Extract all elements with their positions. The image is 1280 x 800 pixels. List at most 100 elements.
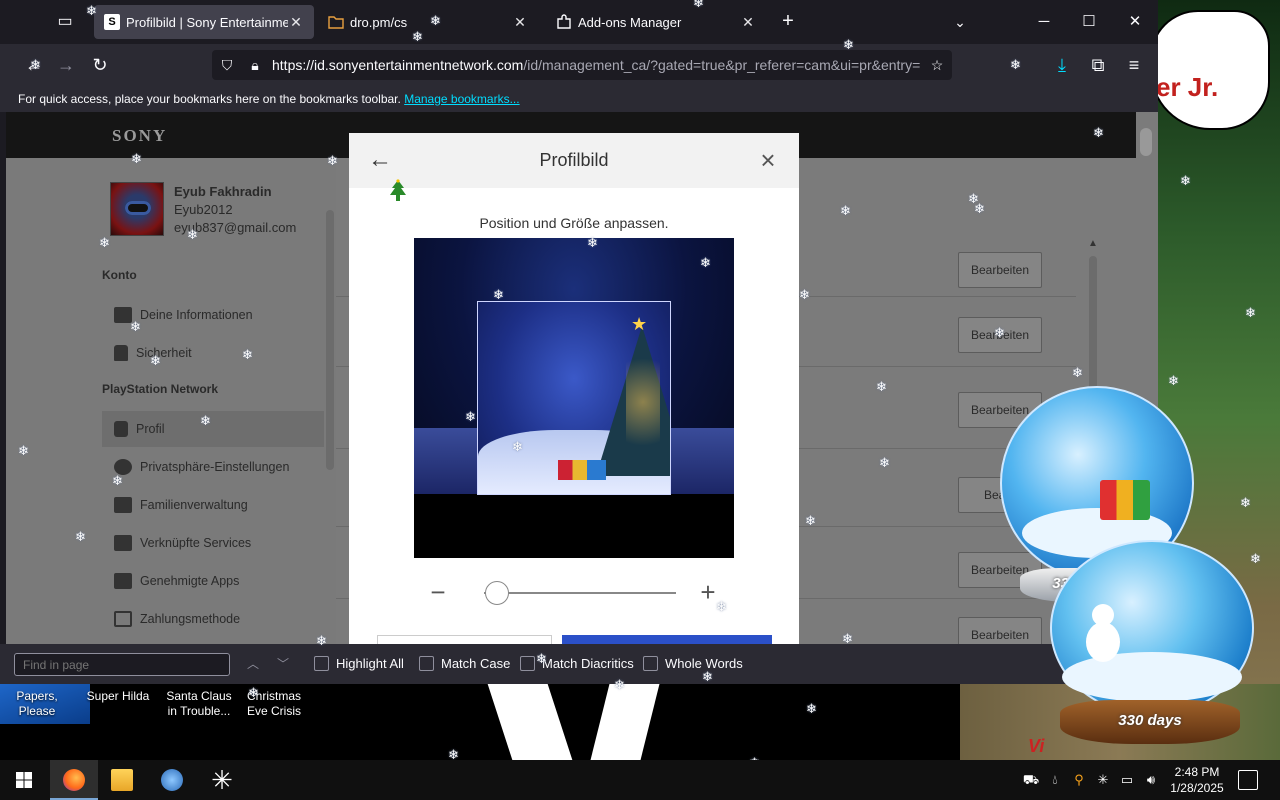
- url-text[interactable]: https://id.sonyentertainmentnetwork.com/…: [272, 57, 922, 73]
- confirm-button[interactable]: [562, 635, 772, 644]
- snowflake-icon: ❄: [1250, 551, 1261, 566]
- speech-bubble: er Jr.: [1150, 10, 1270, 130]
- tray-app-icon[interactable]: ⛟: [1022, 771, 1040, 789]
- snowflake-icon: ❄: [465, 409, 476, 424]
- edit-button[interactable]: Bearbeiten: [958, 252, 1042, 288]
- sidebar-item-label: Zahlungsmethode: [140, 612, 241, 626]
- taskbar: ✳ ⛟ 💧︎ ⚲ ✳ ▭ 🔊︎ 2:48 PM 1/28/2025: [0, 760, 1280, 800]
- find-bar: ︿ ﹀ Highlight All Match Case Match Diacr…: [0, 644, 1158, 684]
- desktop-icon-papers-please[interactable]: Papers, Please: [0, 684, 74, 719]
- snowflake-icon: ❄: [75, 529, 86, 544]
- browser-window: ▭ S Profilbild | Sony Entertainment Netw…: [0, 0, 1158, 684]
- shield-icon[interactable]: ⛉: [218, 56, 236, 74]
- cancel-button[interactable]: [377, 635, 552, 644]
- crop-selection-box[interactable]: ★: [477, 301, 671, 495]
- scrollbar-thumb[interactable]: [1140, 128, 1152, 156]
- start-button[interactable]: [0, 760, 48, 800]
- find-previous-icon[interactable]: ︿: [243, 654, 263, 674]
- snowflake-icon: ❄: [242, 347, 253, 362]
- taskbar-file-explorer[interactable]: [98, 760, 146, 800]
- network-icon[interactable]: ▭: [1118, 771, 1136, 789]
- puzzle-icon: [556, 14, 572, 30]
- match-case-checkbox[interactable]: Match Case: [419, 656, 510, 671]
- snowflake-icon: ❄: [1240, 495, 1251, 510]
- list-all-tabs-icon[interactable]: ⌄: [948, 10, 972, 34]
- snowman-decoration: [1082, 604, 1122, 668]
- snowflake-icon: ❄: [1072, 365, 1083, 380]
- avatar: [110, 182, 164, 236]
- close-tab-icon[interactable]: ✕: [740, 14, 756, 31]
- snowflake-icon: ❄: [112, 473, 123, 488]
- sidebar-item-label: Verknüpfte Services: [140, 536, 252, 550]
- forward-icon[interactable]: →: [52, 52, 80, 78]
- snowflake-icon: ❄: [840, 203, 851, 218]
- tab-sony-profile[interactable]: S Profilbild | Sony Entertainment Netwo …: [94, 5, 314, 39]
- edit-button[interactable]: Bearbeiten: [958, 617, 1042, 644]
- sidebar-item-label: Genehmigte Apps: [140, 574, 240, 588]
- lock-icon[interactable]: 🔒︎: [246, 56, 264, 74]
- snow-globe-days-label: 330 days: [1060, 700, 1240, 744]
- snowflake-icon: ❄: [994, 325, 1005, 340]
- close-icon[interactable]: ×: [755, 147, 781, 173]
- account-sidebar: Eyub Fakhradin Eyub2012 eyub837@gmail.co…: [6, 158, 336, 644]
- find-in-page-input[interactable]: [14, 653, 230, 676]
- close-tab-icon[interactable]: ✕: [288, 14, 304, 31]
- sidebar-item-verknuepfte-services[interactable]: Verknüpfte Services: [102, 525, 324, 561]
- sidebar-item-familienverwaltung[interactable]: Familienverwaltung: [102, 487, 324, 523]
- tab-addons-manager[interactable]: Add-ons Manager ✕: [546, 5, 766, 39]
- sidebar-item-label: Profil: [136, 422, 165, 436]
- snowflake-icon: ❄: [150, 353, 161, 368]
- image-crop-area[interactable]: ★: [414, 238, 734, 558]
- family-icon: [114, 497, 132, 513]
- tray-search-icon[interactable]: ⚲: [1070, 771, 1088, 789]
- tray-drop-icon[interactable]: 💧︎: [1046, 771, 1064, 789]
- manage-bookmarks-link[interactable]: Manage bookmarks...: [404, 92, 519, 106]
- whole-words-checkbox[interactable]: Whole Words: [643, 656, 743, 671]
- zoom-slider-thumb[interactable]: [485, 581, 510, 605]
- zoom-out-icon[interactable]: −: [428, 579, 448, 605]
- desktop-icon-super-hilda[interactable]: Super Hilda: [74, 684, 162, 719]
- extensions-icon[interactable]: ⧉: [1084, 52, 1112, 78]
- download-icon[interactable]: ⤓: [1048, 52, 1076, 78]
- system-clock[interactable]: 2:48 PM 1/28/2025: [1162, 764, 1232, 796]
- speech-bubble-text: er Jr.: [1156, 72, 1219, 102]
- zoom-slider-track[interactable]: [484, 592, 676, 594]
- volume-icon[interactable]: 🔊︎: [1142, 771, 1160, 789]
- tab-dro-pm[interactable]: dro.pm/cs ✕: [318, 5, 538, 39]
- minimize-button[interactable]: ─: [1029, 8, 1059, 36]
- snowflake-icon: ❄: [843, 37, 854, 52]
- taskbar-firefox[interactable]: [50, 760, 98, 800]
- menu-icon[interactable]: ≡: [1120, 52, 1148, 78]
- snowflake-icon: ❄: [248, 685, 259, 700]
- scroll-up-icon[interactable]: ▲: [1086, 238, 1100, 250]
- taskbar-app-snow[interactable]: ✳: [198, 760, 246, 800]
- new-tab-button[interactable]: +: [776, 10, 800, 34]
- bookmark-star-icon[interactable]: ☆: [928, 56, 946, 74]
- highlight-all-checkbox[interactable]: Highlight All: [314, 656, 404, 671]
- sidebar-item-zahlungsmethode[interactable]: Zahlungsmethode: [102, 601, 324, 637]
- close-tab-icon[interactable]: ✕: [512, 14, 528, 31]
- maximize-button[interactable]: ☐: [1074, 8, 1104, 36]
- snowflake-icon: ❄: [327, 153, 338, 168]
- credit-card-icon: [114, 611, 132, 627]
- snow-globe-widget[interactable]: [1050, 540, 1254, 716]
- sidebar-item-privatsphaere[interactable]: Privatsphäre-Einstellungen: [102, 449, 324, 485]
- sidebar-item-profil[interactable]: Profil: [102, 411, 324, 447]
- profile-username: Eyub2012: [174, 202, 233, 217]
- tray-snowflake-icon[interactable]: ✳: [1094, 771, 1112, 789]
- snowflake-icon: ❄: [187, 227, 198, 242]
- sidebar-scrollbar[interactable]: [326, 210, 334, 470]
- notification-center-icon[interactable]: [1238, 770, 1258, 790]
- sony-logo[interactable]: SONY: [112, 126, 167, 146]
- sidebar-item-sicherheit[interactable]: Sicherheit: [102, 335, 324, 371]
- zoom-in-icon[interactable]: +: [698, 579, 718, 605]
- taskbar-app-people[interactable]: [148, 760, 196, 800]
- close-window-button[interactable]: ✕: [1120, 8, 1150, 36]
- find-next-icon[interactable]: ﹀: [273, 654, 293, 674]
- sidebar-item-genehmigte-apps[interactable]: Genehmigte Apps: [102, 563, 324, 599]
- checkbox-label: Match Case: [441, 656, 511, 671]
- reload-icon[interactable]: ↻: [86, 52, 114, 78]
- tab-list-icon[interactable]: ▭: [52, 10, 78, 34]
- url-bar[interactable]: ⛉ 🔒︎ https://id.sonyentertainmentnetwork…: [212, 50, 952, 80]
- desktop-icon-santa-claus[interactable]: Santa Claus in Trouble...: [162, 684, 236, 719]
